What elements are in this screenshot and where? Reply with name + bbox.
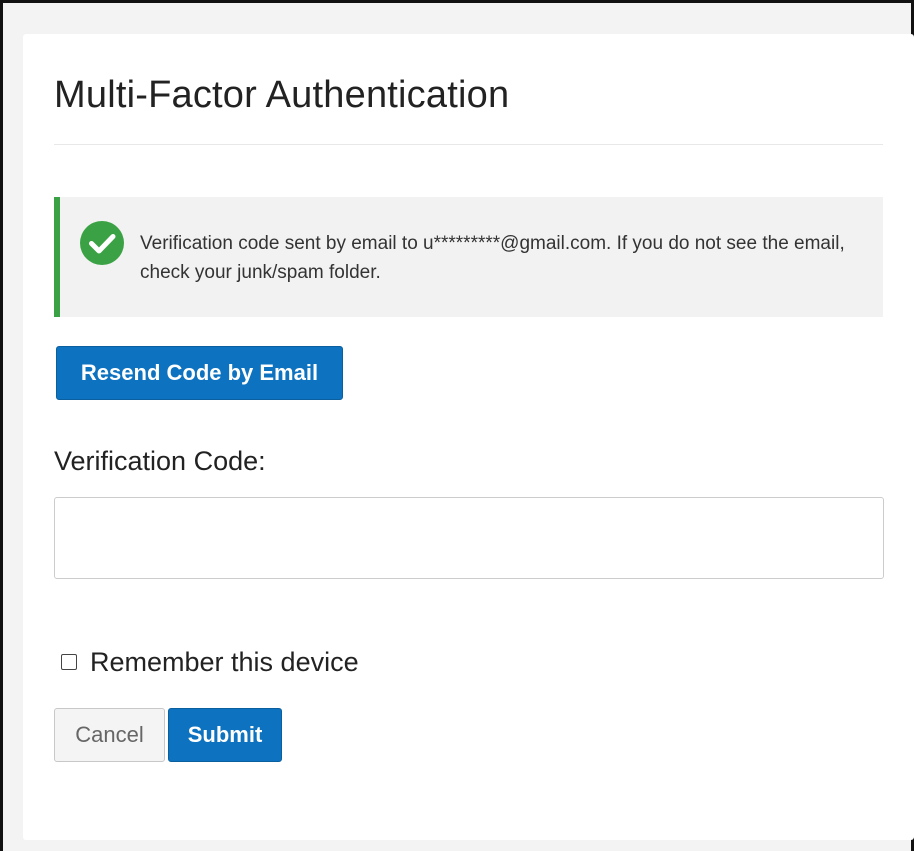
success-alert: Verification code sent by email to u****… <box>54 197 883 317</box>
alert-message: Verification code sent by email to u****… <box>140 233 845 283</box>
verification-code-label: Verification Code: <box>54 446 266 476</box>
remember-device-option[interactable]: Remember this device <box>61 644 359 680</box>
window-frame: Multi-Factor Authentication Verification… <box>0 0 914 851</box>
submit-button[interactable]: Submit <box>168 708 282 762</box>
remember-device-label[interactable]: Remember this device <box>90 647 359 678</box>
mfa-card: Multi-Factor Authentication Verification… <box>23 34 914 840</box>
page-title: Multi-Factor Authentication <box>54 74 510 116</box>
resend-code-button[interactable]: Resend Code by Email <box>56 346 343 400</box>
title-divider <box>54 144 883 145</box>
cancel-button[interactable]: Cancel <box>54 708 165 762</box>
check-circle-icon <box>80 221 124 265</box>
verification-code-input[interactable] <box>54 497 884 579</box>
remember-device-checkbox[interactable] <box>61 654 77 670</box>
